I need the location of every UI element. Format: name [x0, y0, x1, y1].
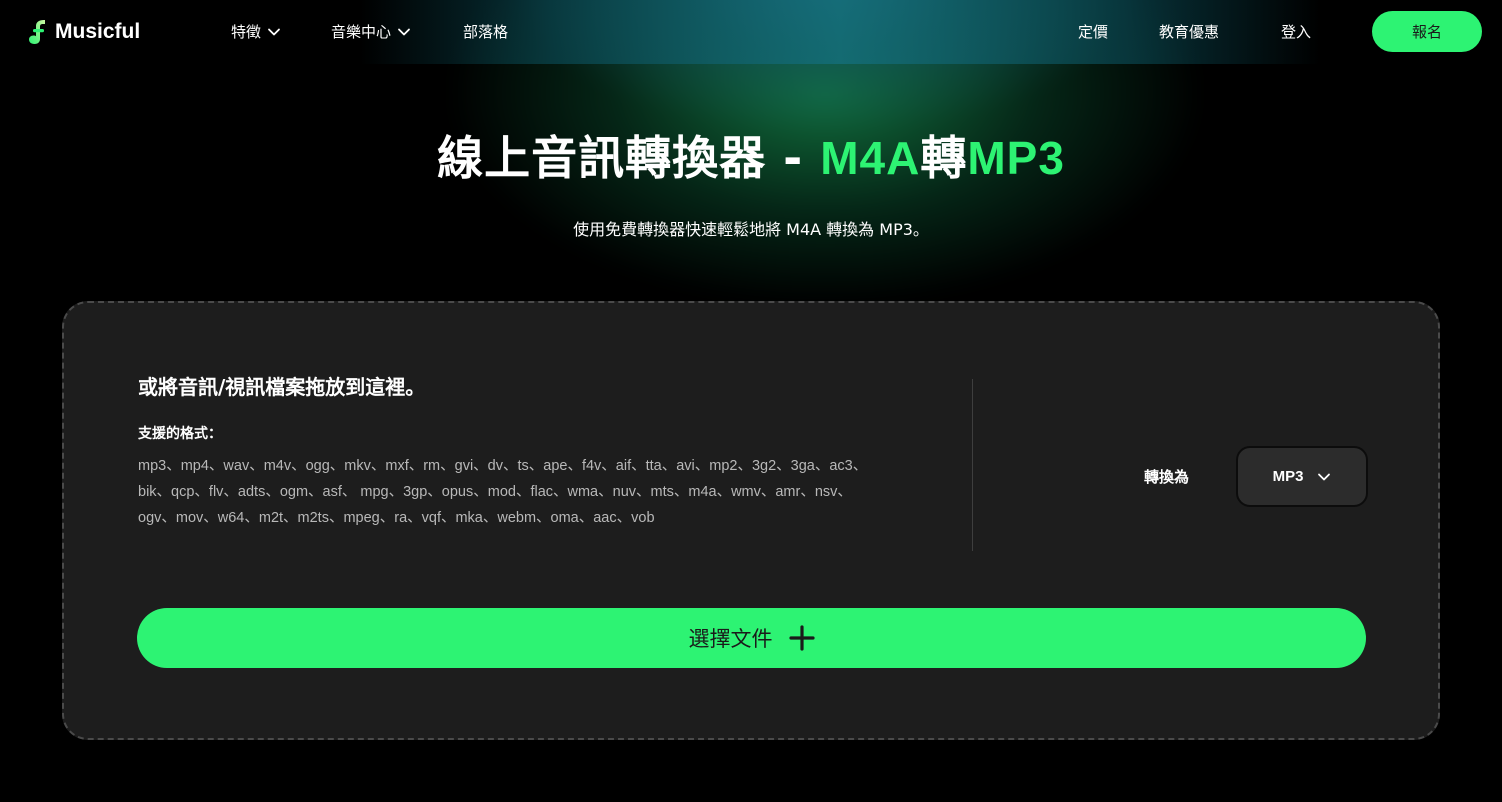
title-mid: 轉	[920, 131, 968, 185]
formats-line: ogv、mov、w64、m2t、m2ts、mpeg、ra、vqf、mka、web…	[138, 510, 655, 526]
formats-line: bik、qcp、flv、adts、ogm、asf、 mpg、3gp、opus、m…	[138, 484, 852, 500]
nav-music-center[interactable]: 音樂中心	[331, 21, 411, 42]
nav-login-label: 登入	[1281, 23, 1312, 41]
brand-name: Musicful	[55, 20, 141, 43]
nav-music-center-label: 音樂中心	[331, 23, 392, 41]
nav-blog[interactable]: 部落格	[463, 21, 508, 42]
chevron-down-icon	[398, 28, 410, 35]
nav-pricing[interactable]: 定價	[1078, 21, 1108, 42]
supported-formats-label: 支援的格式：	[138, 426, 222, 442]
chevron-down-icon	[1318, 473, 1331, 480]
brand-logo[interactable]: Musicful	[27, 19, 140, 45]
convert-to-label: 轉換為	[1144, 468, 1190, 486]
nav-pricing-label: 定價	[1078, 23, 1109, 41]
top-header: Musicful 特徵 音樂中心 部落格 定價 教育優惠 登入 報名	[0, 0, 1502, 64]
nav-login[interactable]: 登入	[1281, 21, 1311, 42]
title-to-format: MP3	[967, 132, 1065, 184]
drop-zone-title: 或將音訊/視訊檔案拖放到這裡。	[138, 375, 426, 399]
file-drop-zone[interactable]: 或將音訊/視訊檔案拖放到這裡。 支援的格式： mp3、mp4、wav、m4v、o…	[62, 301, 1440, 740]
vertical-divider	[972, 379, 973, 551]
signup-button[interactable]: 報名	[1372, 11, 1482, 52]
title-dash: -	[783, 131, 804, 185]
formats-line: mp3、mp4、wav、m4v、ogg、mkv、mxf、rm、gvi、dv、ts…	[138, 458, 868, 474]
chevron-down-icon	[268, 28, 280, 35]
nav-features-label: 特徵	[231, 23, 262, 41]
nav-education-label: 教育優惠	[1159, 23, 1220, 41]
plus-icon	[788, 625, 815, 651]
output-format-select[interactable]: MP3	[1236, 446, 1368, 507]
choose-file-label: 選擇文件	[688, 627, 773, 651]
nav-blog-label: 部落格	[463, 23, 509, 41]
nav-features[interactable]: 特徵	[231, 21, 281, 42]
page-subtitle: 使用免費轉換器快速輕鬆地將 M4A 轉換為 MP3。	[573, 220, 929, 239]
nav-education-discount[interactable]: 教育優惠	[1159, 21, 1219, 42]
supported-formats-list: mp3、mp4、wav、m4v、ogg、mkv、mxf、rm、gvi、dv、ts…	[138, 453, 928, 531]
title-prefix: 線上音訊轉換器	[437, 131, 767, 185]
selected-format: MP3	[1272, 468, 1304, 485]
choose-file-button[interactable]: 選擇文件	[137, 608, 1366, 668]
music-note-logo-icon	[27, 19, 49, 45]
title-from-format: M4A	[820, 132, 921, 184]
page-title: 線上音訊轉換器 - M4A轉MP3	[0, 128, 1502, 188]
